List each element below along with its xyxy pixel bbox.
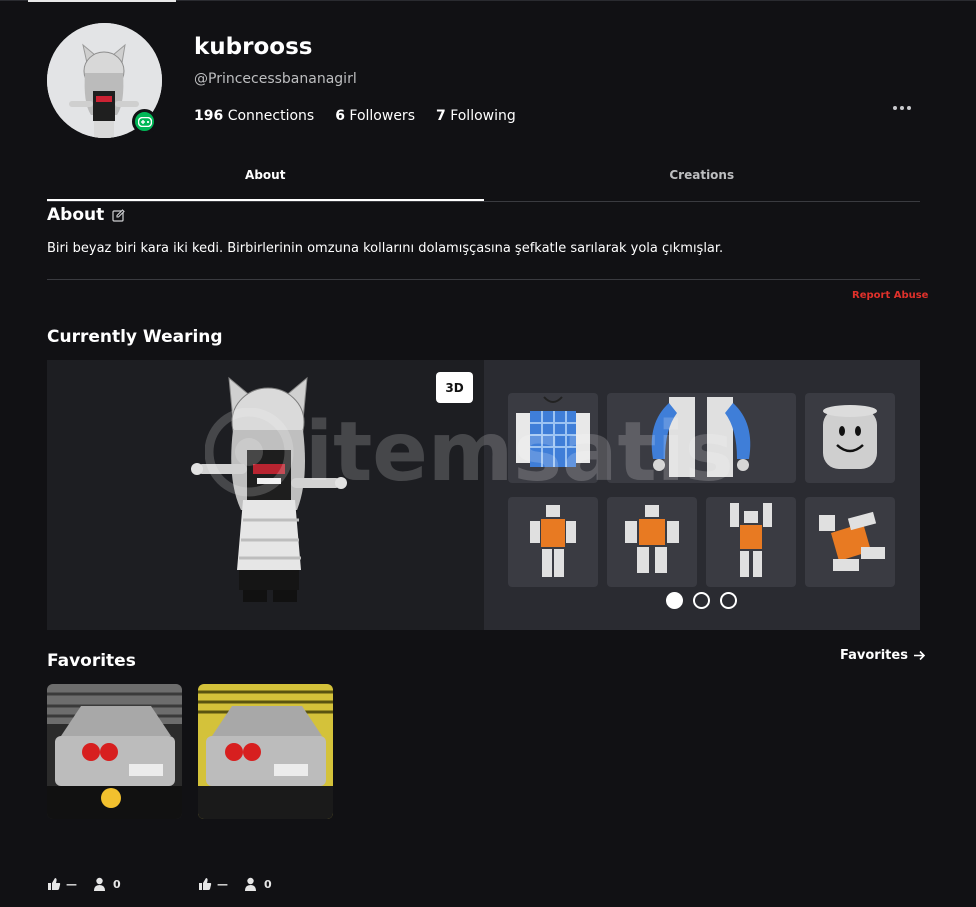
arrow-right-icon (913, 650, 926, 661)
wearing-item-animation-2[interactable] (607, 497, 697, 587)
favorite-game-card-2[interactable] (198, 684, 333, 819)
profile-stats: 196 Connections 6 Followers 7 Following (194, 108, 516, 124)
arms-thumbnail (651, 397, 751, 477)
game-thumbnail (47, 684, 182, 819)
animation-thumbnail (730, 503, 772, 577)
game-thumbnail (198, 684, 333, 819)
username: @Princecessbananagirl (194, 71, 357, 87)
more-options-button[interactable] (889, 98, 915, 118)
about-heading: About (47, 205, 126, 225)
gamepad-icon (132, 109, 157, 134)
more-horizontal-icon (893, 106, 897, 110)
about-title: About (47, 205, 105, 225)
stat-count: 7 (435, 108, 446, 124)
head-thumbnail (823, 405, 877, 469)
wearing-item-animation-1[interactable] (508, 497, 598, 587)
animation-thumbnail (530, 505, 576, 577)
stat-count: 196 (194, 108, 224, 124)
wearing-item-animation-3[interactable] (706, 497, 796, 587)
stat-followers[interactable]: 6 Followers (335, 108, 415, 124)
more-dot (907, 106, 911, 110)
carousel-dot-3[interactable] (720, 592, 737, 609)
thumbs-up-icon (48, 878, 61, 890)
wearing-item-arms[interactable] (607, 393, 796, 483)
stat-following[interactable]: 7 Following (436, 108, 516, 124)
favorite-players: 0 (264, 877, 272, 891)
avatar-3d-view[interactable] (47, 360, 484, 630)
avatar-figure-large (191, 376, 347, 602)
stat-label: Following (450, 108, 516, 124)
shirt-thumbnail (516, 396, 590, 467)
stat-label: Connections (227, 108, 315, 124)
stat-label: Followers (349, 108, 415, 124)
favorite-votes: — (217, 877, 228, 891)
currently-wearing-title: Currently Wearing (47, 327, 223, 347)
stat-connections[interactable]: 196 Connections (194, 108, 314, 124)
carousel-dot-1[interactable] (666, 592, 683, 609)
display-name: kubrooss (194, 34, 313, 60)
tab-about[interactable]: About (47, 160, 484, 201)
favorite-players: 0 (113, 877, 121, 891)
animation-thumbnail (625, 505, 679, 573)
edit-icon[interactable] (112, 208, 126, 222)
about-divider (47, 279, 920, 280)
wearing-item-animation-4[interactable] (805, 497, 895, 587)
favorites-see-all-link[interactable]: Favorites (840, 648, 926, 663)
report-abuse-link[interactable]: Report Abuse (852, 290, 928, 301)
favorite-game-stats-1: — 0 (47, 877, 121, 891)
favorite-votes: — (66, 877, 77, 891)
player-icon (245, 877, 256, 891)
carousel-dot-2[interactable] (693, 592, 710, 609)
favorite-game-stats-2: — 0 (198, 877, 272, 891)
stat-count: 6 (335, 108, 345, 124)
top-active-indicator (28, 0, 176, 2)
wearing-item-face[interactable] (805, 393, 895, 483)
favorites-link-label: Favorites (840, 648, 908, 663)
profile-tabs: About Creations (47, 160, 920, 202)
tab-creations[interactable]: Creations (484, 160, 921, 201)
wearing-item-shirt[interactable] (508, 393, 598, 483)
player-icon (94, 877, 105, 891)
favorites-title: Favorites (47, 651, 136, 671)
about-description: Biri beyaz biri kara iki kedi. Birbirler… (47, 241, 724, 256)
favorite-game-card-1[interactable] (47, 684, 182, 819)
more-dot (900, 106, 904, 110)
thumbs-up-icon (199, 878, 212, 890)
view-3d-toggle-button[interactable]: 3D (436, 372, 473, 403)
carousel-pagination (666, 592, 737, 609)
animation-thumbnail (819, 511, 885, 571)
